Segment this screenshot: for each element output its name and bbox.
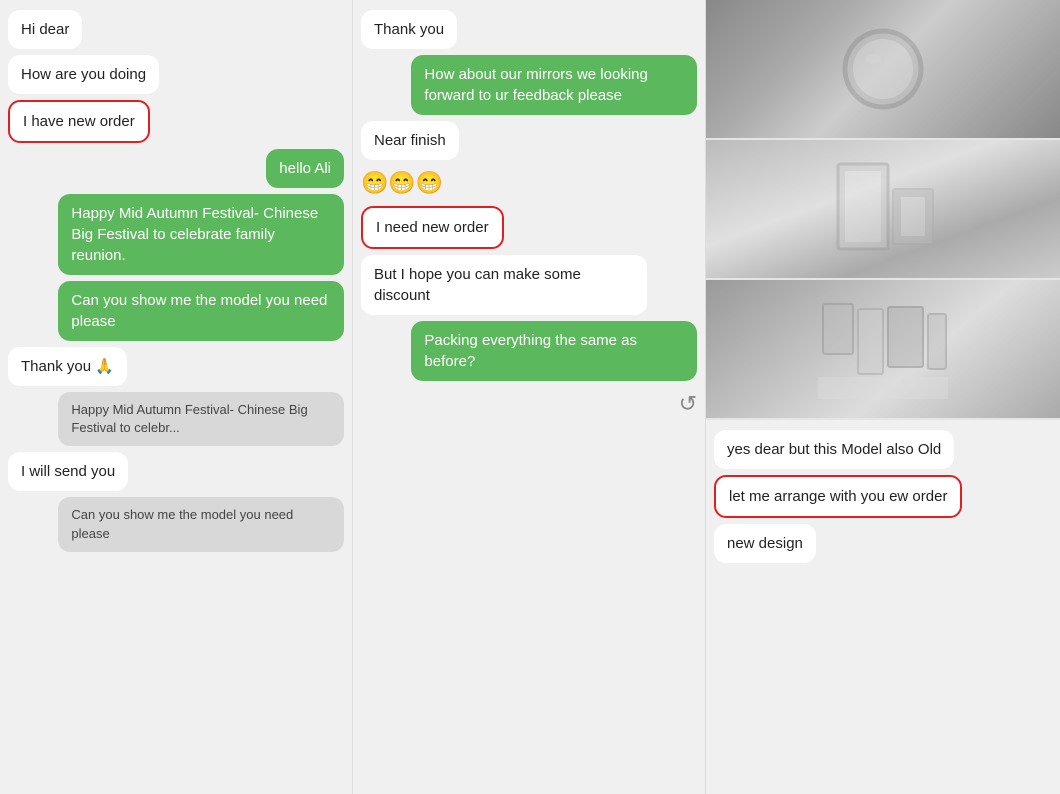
msg-show-model: Can you show me the model you need pleas… bbox=[8, 281, 344, 341]
msg-new-order: I have new order bbox=[8, 100, 344, 143]
msg-new-design: new design bbox=[714, 524, 1052, 563]
msg-hope-discount: But I hope you can make some discount bbox=[361, 255, 697, 315]
msg-emoji: 😁😁😁 bbox=[361, 166, 697, 200]
bubble-packing-same: Packing everything the same as before? bbox=[411, 321, 697, 381]
msg-hi-dear: Hi dear bbox=[8, 10, 344, 49]
msg-hello-ali: hello Ali bbox=[8, 149, 344, 188]
bubble-how-are-you: How are you doing bbox=[8, 55, 159, 94]
column-1: Hi dear How are you doing I have new ord… bbox=[0, 0, 353, 794]
msg-near-finish: Near finish bbox=[361, 121, 697, 160]
msg-how-are-you: How are you doing bbox=[8, 55, 344, 94]
bubble-new-design: new design bbox=[714, 524, 816, 563]
msg-festival-preview: Happy Mid Autumn Festival- Chinese Big F… bbox=[8, 392, 344, 446]
photos-section bbox=[706, 0, 1060, 420]
msg-packing-same: Packing everything the same as before? bbox=[361, 321, 697, 381]
bubble-near-finish: Near finish bbox=[361, 121, 459, 160]
bubble-show-model: Can you show me the model you need pleas… bbox=[58, 281, 344, 341]
msg-will-send: I will send you bbox=[8, 452, 344, 491]
msg-scroll-icon: ↺ bbox=[361, 387, 697, 417]
bubble-need-new-order: I need new order bbox=[361, 206, 504, 249]
msg-arrange-order: let me arrange with you ew order bbox=[714, 475, 1052, 518]
bubble-will-send: I will send you bbox=[8, 452, 128, 491]
bubble-hi-dear: Hi dear bbox=[8, 10, 82, 49]
photo2-image bbox=[823, 159, 943, 259]
bubble-thank-you-pray: Thank you 🙏 bbox=[8, 347, 127, 386]
bubble-show-model-preview: Can you show me the model you need pleas… bbox=[58, 497, 344, 551]
photo-3 bbox=[706, 280, 1060, 420]
bubble-new-order: I have new order bbox=[8, 100, 150, 143]
msg-how-about-mirrors: How about our mirrors we looking forward… bbox=[361, 55, 697, 115]
msg-thank-you: Thank you bbox=[361, 10, 697, 49]
msg-thank-you-pray: Thank you 🙏 bbox=[8, 347, 344, 386]
emoji-faces: 😁😁😁 bbox=[361, 166, 443, 200]
bubble-arrange-order: let me arrange with you ew order bbox=[714, 475, 962, 518]
bubble-festival-preview: Happy Mid Autumn Festival- Chinese Big F… bbox=[58, 392, 344, 446]
photo1-image bbox=[823, 24, 943, 114]
bubble-hello-ali: hello Ali bbox=[266, 149, 344, 188]
photo-2 bbox=[706, 140, 1060, 280]
column-3: yes dear but this Model also Old let me … bbox=[706, 0, 1060, 794]
bubble-yes-dear: yes dear but this Model also Old bbox=[714, 430, 954, 469]
msg-show-model-preview: Can you show me the model you need pleas… bbox=[8, 497, 344, 551]
bubble-hope-discount: But I hope you can make some discount bbox=[361, 255, 647, 315]
col3-messages-section: yes dear but this Model also Old let me … bbox=[706, 420, 1060, 794]
msg-need-new-order: I need new order bbox=[361, 206, 697, 249]
msg-yes-dear: yes dear but this Model also Old bbox=[714, 430, 1052, 469]
msg-festival: Happy Mid Autumn Festival- Chinese Big F… bbox=[8, 194, 344, 275]
bubble-festival: Happy Mid Autumn Festival- Chinese Big F… bbox=[58, 194, 344, 275]
photo3-image bbox=[818, 299, 948, 399]
scroll-down-icon[interactable]: ↺ bbox=[679, 391, 697, 417]
bubble-thank-you: Thank you bbox=[361, 10, 457, 49]
bubble-how-about-mirrors: How about our mirrors we looking forward… bbox=[411, 55, 697, 115]
photo-1 bbox=[706, 0, 1060, 140]
column-2: Thank you How about our mirrors we looki… bbox=[353, 0, 706, 794]
